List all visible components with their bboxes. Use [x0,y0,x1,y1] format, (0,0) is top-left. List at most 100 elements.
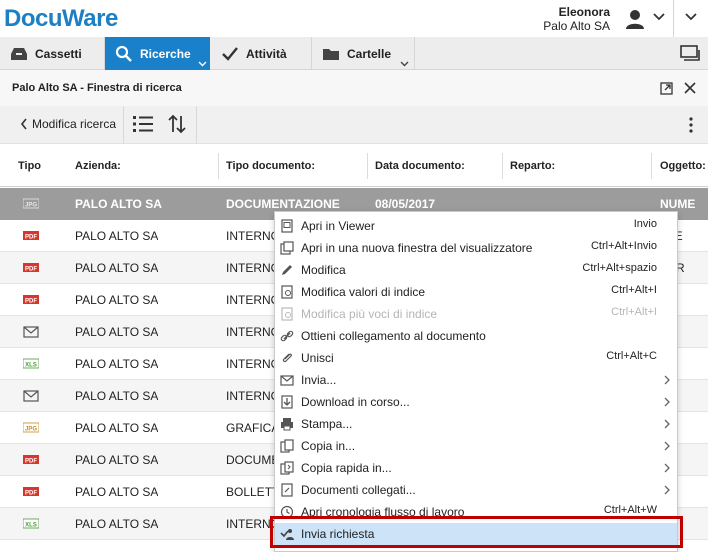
svg-text:PDF: PDF [25,458,37,464]
column-header-tipo[interactable]: Tipo [18,160,41,172]
mail-icon [280,375,294,386]
column-divider[interactable] [367,153,368,179]
chevron-right-icon [664,397,670,407]
menu-item-label: Modifica [301,263,346,277]
chevron-down-icon[interactable] [684,12,698,22]
list-view-icon[interactable] [133,115,153,133]
menu-item-invia[interactable]: Invia... [275,369,677,391]
menu-item-apri-cronologia-flusso-di-lavoro[interactable]: Apri cronologia flusso di lavoro Ctrl+Alt… [275,501,677,523]
menu-item-invia-richiesta[interactable]: Invia richiesta [275,523,677,545]
column-header-oggetto[interactable]: Oggetto: [660,160,706,172]
popout-icon[interactable] [660,82,673,95]
chevron-down-icon[interactable] [652,12,666,22]
tray-icon [11,47,27,60]
send-request-icon [280,529,294,540]
copy-icon [280,439,294,453]
menu-item-label: Invia richiesta [301,527,375,541]
cell-tipo-documento: INTERNO [226,389,280,403]
pencil-icon [282,265,292,275]
menu-item-apri-in-viewer[interactable]: Apri in Viewer Invio [275,215,677,237]
cell-azienda: PALO ALTO SA [75,197,162,211]
edit-search-label: Modifica ricerca [32,117,117,131]
tab-cartelle[interactable]: Cartelle [312,37,414,70]
tab-label: Cartelle [347,46,392,61]
xls-icon: XLS [23,518,39,529]
cell-azienda: PALO ALTO SA [75,389,159,403]
svg-text:XLS: XLS [25,362,37,368]
menu-item-shortcut: Ctrl+Alt+C [606,350,657,362]
column-header-data-documento[interactable]: Data documento: [375,160,465,172]
jpg-icon: JPG [23,198,39,209]
column-header-azienda[interactable]: Azienda: [75,160,121,172]
svg-text:PDF: PDF [25,298,37,304]
user-icon[interactable] [624,8,646,30]
column-divider[interactable] [502,153,503,179]
svg-text:JPG: JPG [25,426,37,432]
chevron-right-icon [664,463,670,473]
column-divider[interactable] [218,153,219,179]
cell-azienda: PALO ALTO SA [75,357,159,371]
paperclip-icon [282,353,292,363]
close-icon[interactable] [684,82,696,94]
tab-label: Cassetti [35,46,82,61]
menu-item-unisci[interactable]: Unisci Ctrl+Alt+C [275,347,677,369]
cell-azienda: PALO ALTO SA [75,517,159,531]
chevron-left-icon [20,118,27,130]
sort-icon[interactable] [168,114,186,134]
mail-icon [23,390,39,402]
tab-ricerche[interactable]: Ricerche [105,37,210,70]
column-header-reparto[interactable]: Reparto: [510,160,555,172]
checkmark-icon [222,46,238,61]
menu-item-shortcut: Ctrl+Alt+W [603,504,657,516]
chevron-down-icon[interactable] [198,61,207,67]
cell-tipo-documento: INTERNO [226,293,280,307]
menu-item-apri-in-una-nuova-finestra-del-visualizzatore[interactable]: Apri in una nuova finestra del visualizz… [275,237,677,259]
menu-item-modifica-più-voci-di-indice[interactable]: Modifica più voci di indice Ctrl+Alt+I [275,303,677,325]
menu-item-shortcut: Ctrl+Alt+Invio [590,240,657,252]
more-options-icon[interactable] [688,117,694,133]
chevron-right-icon [664,375,670,385]
menu-item-modifica-valori-di-indice[interactable]: Modifica valori di indice Ctrl+Alt+I [275,281,677,303]
menu-item-stampa[interactable]: Stampa... [275,413,677,435]
monitor-icon[interactable] [680,45,700,62]
menu-item-label: Ottieni collegamento al documento [301,329,486,343]
pdf-icon: PDF [23,231,39,240]
column-header-tipo-documento[interactable]: Tipo documento: [226,160,315,172]
user-name: Eleonora [558,5,610,19]
tab-label: Ricerche [140,46,191,61]
menu-item-label: Modifica più voci di indice [301,307,438,321]
mail-icon [23,326,39,338]
svg-text:XLS: XLS [25,522,37,528]
cell-tipo-documento: DOCUME [226,453,280,467]
menu-item-modifica[interactable]: Modifica Ctrl+Alt+spazio [275,259,677,281]
window-title-bar: Palo Alto SA - Finestra di ricerca [0,70,708,106]
table-header: Tipo Azienda: Tipo documento: Data docum… [0,145,708,187]
cell-tipo-documento: INTERNO [226,229,280,243]
menu-item-shortcut: Ctrl+Alt+I [611,306,657,318]
linked-docs-icon [281,483,293,497]
menu-item-label: Invia... [301,373,337,387]
column-divider[interactable] [651,153,652,179]
cell-azienda: PALO ALTO SA [75,325,159,339]
menu-item-download-in-corso[interactable]: Download in corso... [275,391,677,413]
cell-oggetto: NUME [660,197,696,211]
pdf-icon: PDF [23,263,39,272]
chevron-down-icon[interactable] [400,61,409,67]
menu-item-copia-rapida-in[interactable]: Copia rapida in... [275,457,677,479]
divider [414,37,415,70]
cell-tipo-documento: INTERNO [226,261,280,275]
jpg-icon: JPG [23,422,39,433]
menu-item-documenti-collegati[interactable]: Documenti collegati... [275,479,677,501]
menu-item-copia-in[interactable]: Copia in... [275,435,677,457]
tab-cassetti[interactable]: Cassetti [0,37,104,70]
menu-item-ottieni-collegamento-al-documento[interactable]: Ottieni collegamento al documento [275,325,677,347]
cell-tipo-documento: INTERNO [226,357,280,371]
download-icon [281,395,293,409]
docuware-logo[interactable]: DocuWare [4,5,118,33]
tab-attivita[interactable]: Attività [211,37,311,70]
user-info[interactable]: Eleonora Palo Alto SA [543,5,610,33]
cell-azienda: PALO ALTO SA [75,261,159,275]
edit-search-button[interactable]: Modifica ricerca [20,117,116,131]
menu-item-label: Copia rapida in... [301,461,392,475]
pdf-icon: PDF [23,487,39,496]
